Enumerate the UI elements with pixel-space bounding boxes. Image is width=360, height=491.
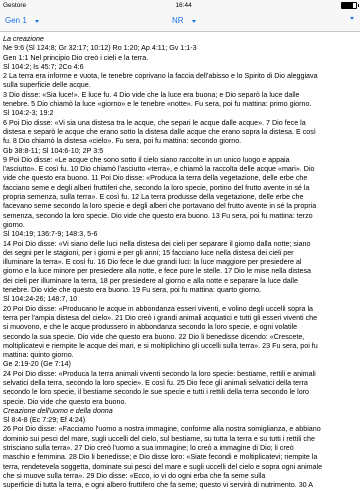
verse-line: strisciano sulla terra». 27 Dio creò l'u…: [3, 444, 294, 453]
verse-line: terra, rendetevela soggetta, dominate su…: [3, 462, 323, 471]
verse-line: tenebre. 5 Dio chiamò la luce «giorno» e…: [3, 100, 312, 109]
cross-reference: Gb 38:8-11; Sl 104:6-10; 2P 3:5: [3, 146, 104, 155]
verse-line: facevano seme secondo la loro specie e d…: [3, 202, 317, 211]
verse-line: vide che questo era buono. 11 Poi Dio di…: [3, 174, 308, 183]
section-heading: La creazione: [3, 35, 44, 43]
book-chapter-selector[interactable]: Gen 1: [5, 16, 39, 25]
battery-icon: [341, 1, 359, 9]
cross-reference: Sl 104:2-3; 19:2: [3, 109, 54, 118]
chevron-down-icon: [350, 17, 354, 20]
verse-line: moltiplicatevi e riempite le acque dei m…: [3, 341, 318, 350]
verse-line: secondo le loro specie, il bestiame seco…: [3, 388, 310, 397]
verse-line: 14 Poi Dio disse: «Vi siano delle luci n…: [3, 239, 311, 248]
verse-line: dei cieli per illuminare la terra, 18 pe…: [3, 276, 298, 285]
verse-line: sulla superficie delle acque.: [3, 81, 91, 90]
verse-line: fu. 8 Dio chiamò la distesa «cielo». Fu …: [3, 137, 242, 146]
clock: 16:44: [175, 1, 192, 9]
verse-line: 26 Poi Dio disse: «Facciamo l'uomo a nos…: [3, 425, 321, 434]
battery-indicator: [341, 1, 359, 9]
verse-line: superficie di tutta la terra, e ogni alb…: [3, 481, 313, 490]
verse-line: 2 La terra era informe e vuota, le teneb…: [3, 72, 318, 81]
cross-reference: Ne 9:6 (Sl 124:8; Gr 32:17; 10:12) Ro 1:…: [3, 44, 197, 53]
verse-line: facciano seme e degli alberi fruttiferi …: [3, 183, 310, 192]
chevron-down-icon: [191, 19, 196, 23]
verse-line: l'asciutto». E così fu. 10 Dio chiamò l'…: [3, 165, 315, 174]
section-heading: Creazione dell'uomo e della donna: [3, 406, 113, 415]
status-bar: Gestore 16:44: [0, 0, 360, 10]
verse-line: 6 Poi Dio disse: «Vi sia una distesa tra…: [3, 118, 306, 127]
navigation-bar: Gen 1 NR: [0, 10, 360, 32]
chevron-down-icon: [34, 19, 39, 23]
verse-line: 24 Poi Dio disse: «Produca la terra anim…: [3, 369, 316, 378]
verse-line: giorno e la luce minore per presiedere a…: [3, 267, 312, 276]
verse-line: giorno.: [3, 220, 25, 229]
cross-reference: Sl 104:24-26; 148:7, 10: [3, 295, 78, 304]
verse-line: propria semenza, sulla terra». E così fu…: [3, 193, 304, 202]
verse-line: maschio e femmina. 28 Dio li benedisse; …: [3, 453, 318, 462]
bible-text: La creazione Ne 9:6 (Sl 124:8; Gr 32:17; …: [0, 32, 360, 491]
verse-line: mattina: quinto giorno.: [3, 351, 74, 360]
verse-line: terra per l'ampia distesa del cielo». 21…: [3, 313, 318, 322]
version-label: NR: [172, 16, 184, 25]
version-selector[interactable]: NR: [172, 16, 196, 25]
verse-line: illuminare la terra». E così fu. 16 Dio …: [3, 258, 302, 267]
cross-reference: Sl 104:2; Is 45:7; 2Co 4:6: [3, 62, 84, 71]
verse-line: 9 Poi Dio disse: «Le acque che sono sott…: [3, 155, 290, 164]
verse-line: 3 Dio disse: «Sia luce!». E luce fu. 4 D…: [3, 90, 300, 99]
cross-reference: Sl 104:19; 136:7-9; 148:3, 5-6: [3, 230, 98, 239]
verse-line: dominio sui pesci del mare, sugli uccell…: [3, 434, 315, 443]
verse-line: specie. Dio vide che questo era buono.: [3, 397, 127, 406]
verse-line: Gen 1:1 Nel principio Dio creò i cieli e…: [3, 53, 149, 62]
verse-line: tenebre. Dio vide che questo era buono. …: [3, 286, 262, 295]
verse-line: selvatici della terra, secondo la loro s…: [3, 378, 308, 387]
verse-line: semenza, secondo la loro specie. Dio vid…: [3, 211, 313, 220]
cross-reference: Sl 8:4-8 (Ec 7:29; Ef 4:24): [3, 416, 86, 425]
verse-line: si muovono, e che le acque produssero in…: [3, 323, 298, 332]
cross-reference: Ge 2:19-20 (Ge 7:14): [3, 360, 71, 369]
verse-line: dei segni per le stagioni, per i giorni …: [3, 248, 294, 257]
book-chapter-label: Gen 1: [5, 16, 27, 25]
verse-line: distesa e separò le acque che erano sott…: [3, 127, 316, 136]
verse-line: 20 Poi Dio disse: «Producano le acque in…: [3, 304, 314, 313]
options-dropdown[interactable]: [350, 16, 354, 20]
carrier-label: Gestore: [3, 1, 27, 9]
verse-line: secondo la sua specie. Dio vide che ques…: [3, 332, 305, 341]
